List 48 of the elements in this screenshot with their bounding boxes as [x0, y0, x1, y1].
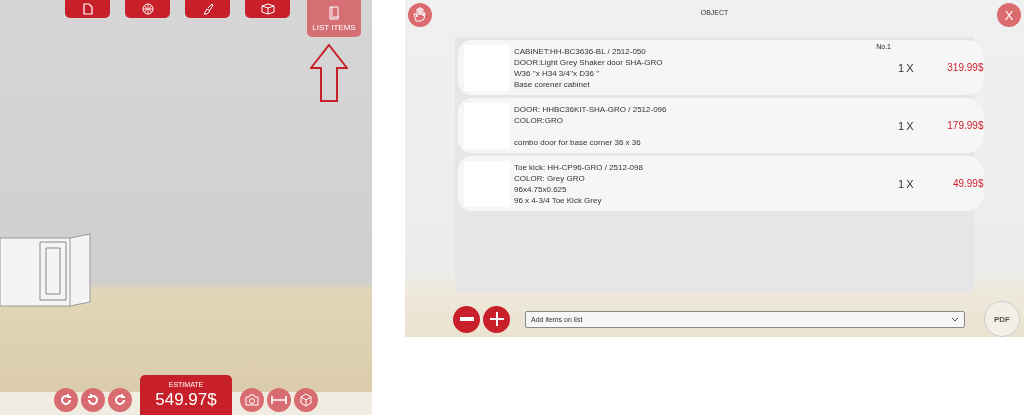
item-quantity: 1 — [898, 119, 905, 132]
redo-button[interactable] — [108, 388, 132, 412]
camera-icon — [245, 394, 259, 406]
ruler-icon — [271, 395, 287, 405]
estimate-total: 549.97$ — [155, 389, 217, 410]
item-thumbnail — [464, 160, 510, 207]
remove-button[interactable] — [453, 305, 480, 333]
item-thumbnail — [464, 102, 510, 149]
globe-icon — [141, 3, 154, 15]
hand-icon — [412, 7, 428, 23]
item-quantity: 1 — [898, 177, 905, 190]
multiply-sign: X — [906, 177, 914, 190]
item-thumbnail — [464, 44, 510, 91]
cube-button[interactable] — [294, 388, 318, 412]
chevron-down-icon — [951, 316, 959, 322]
redo-arrow-icon — [59, 393, 73, 407]
undo-button[interactable] — [81, 388, 105, 412]
toolbar-button[interactable] — [245, 0, 290, 18]
item-price: 49.99$ — [951, 178, 984, 190]
measure-button[interactable] — [267, 388, 291, 412]
item-price: 319.99$ — [946, 62, 984, 74]
toolbar-button[interactable] — [185, 0, 230, 18]
item-quantity: 1 — [898, 61, 905, 74]
item-price: 179.99$ — [946, 120, 984, 132]
item-description: Toe kick: HH-CP96-GRO / 2512-098 COLOR: Grey GRO 96x4.75x0.625 96 x 4-3/4 Toe Kick Grey — [514, 161, 644, 206]
multiply-sign: X — [906, 61, 914, 74]
item-description: CABINET:HH-BC3636-BL / 2512-050 DOOR:Light Grey Shaker door SHA-GRO W36 ''x H34 3/4''x D36 '' Base corener cabinet — [514, 45, 664, 90]
hand-button[interactable] — [408, 3, 432, 27]
cube-icon — [299, 393, 313, 407]
undo-arrow-icon — [86, 393, 100, 407]
document-icon — [82, 3, 93, 15]
multiply-sign: X — [906, 119, 914, 132]
minus-icon — [459, 317, 474, 321]
redo-arrow-icon — [113, 393, 127, 407]
toolbar-button[interactable] — [65, 0, 110, 18]
box-icon — [260, 3, 275, 15]
plus-icon — [489, 312, 504, 326]
item-card[interactable]: DOOR: HHBC36KIT-SHA-GRO / 2512-096 COLOR:GRO combo door for base corner 36 x 36 1 X 179.99$ — [458, 98, 984, 154]
rotate-button[interactable] — [54, 388, 78, 412]
brush-icon — [201, 3, 214, 15]
camera-button[interactable] — [240, 388, 264, 412]
item-description: DOOR: HHBC36KIT-SHA-GRO / 2512-096 COLOR:GRO combo door for base corner 36 x 36 — [514, 103, 668, 148]
add-button[interactable] — [483, 305, 510, 333]
toolbar-button[interactable] — [125, 0, 170, 18]
up-arrow-icon — [310, 44, 348, 102]
item-card[interactable]: Toe kick: HH-CP96-GRO / 2512-098 COLOR: Grey GRO 96x4.75x0.625 96 x 4-3/4 Toe Kick Grey 1 X 49.99$ — [458, 156, 984, 212]
book-icon — [328, 5, 340, 20]
pdf-button[interactable]: PDF — [984, 301, 1020, 337]
